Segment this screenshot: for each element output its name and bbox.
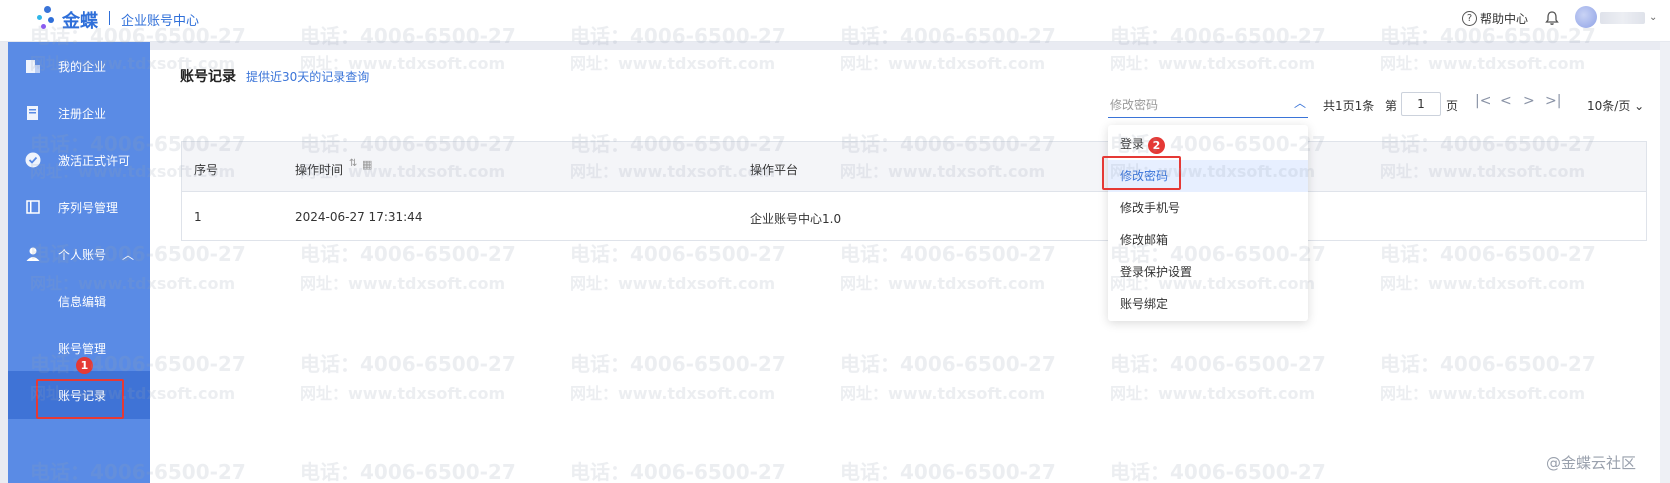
sidebar-item-personal-account[interactable]: 个人账号 ︿ [8, 230, 150, 278]
chevron-down-icon: ⌄ [1634, 99, 1645, 113]
dropdown-option-change-email[interactable]: 修改邮箱 [1108, 224, 1308, 256]
help-center-link[interactable]: ? 帮助中心 [1462, 10, 1528, 27]
building-icon [26, 60, 40, 73]
kingdee-logo-icon [36, 6, 58, 30]
sidebar-item-label: 个人账号 [58, 247, 107, 262]
user-icon [26, 247, 40, 261]
top-header: 金蝶 企业账号中心 ? 帮助中心 ⌄ [0, 0, 1670, 42]
sidebar-item-label: 账号管理 [58, 341, 107, 356]
sort-icon[interactable]: ⇅ [349, 158, 357, 169]
watermark-site: 网址：www.tdxsoft.com [840, 384, 1046, 403]
username-blurred[interactable] [1600, 12, 1645, 24]
highlight-box-account-records [36, 379, 124, 419]
calendar-filter-icon[interactable]: ▦ [362, 158, 372, 171]
watermark-site: 网址：www.tdxsoft.com [570, 54, 776, 73]
brand-subtitle: 企业账号中心 [121, 14, 200, 29]
watermark-phone: 电话：4006-6500-27 [300, 352, 516, 376]
watermark-site: 网址：www.tdxsoft.com [1380, 54, 1586, 73]
page-title: 账号记录 [180, 69, 236, 85]
operation-type-dropdown: 登录 修改密码 修改手机号 修改邮箱 登录保护设置 账号绑定 2 [1102, 125, 1308, 321]
watermark-phone: 电话：4006-6500-27 [1380, 352, 1596, 376]
pager-total: 共1页1条 [1323, 99, 1375, 113]
help-icon: ? [1462, 11, 1477, 26]
dropdown-option-account-binding[interactable]: 账号绑定 [1108, 288, 1308, 320]
watermark-phone: 电话：4006-6500-27 [570, 352, 786, 376]
cell-platform: 企业账号中心1.0 [750, 212, 842, 226]
check-circle-icon [25, 152, 41, 168]
bell-icon[interactable] [1544, 10, 1560, 26]
sidebar-item-register-enterprise[interactable]: 注册企业 [8, 89, 150, 137]
sidebar-item-info-edit[interactable]: 信息编辑 [8, 277, 150, 325]
sidebar-item-label: 激活正式许可 [58, 153, 131, 168]
watermark-site: 网址：www.tdxsoft.com [300, 384, 506, 403]
highlight-box-change-password [1102, 156, 1181, 190]
sidebar-item-label: 序列号管理 [58, 200, 119, 215]
operation-type-select[interactable]: 修改密码 ︿ [1108, 90, 1308, 118]
sidebar-item-activate-license[interactable]: 激活正式许可 [8, 136, 150, 184]
next-page-icon[interactable]: > [1523, 93, 1535, 109]
sidebar-item-label: 信息编辑 [58, 294, 107, 309]
watermark-site: 网址：www.tdxsoft.com [570, 384, 776, 403]
sidebar-item-serial-management[interactable]: 序列号管理 [8, 183, 150, 231]
pager-page-suffix: 页 [1446, 99, 1459, 113]
column-header-time: 操作时间 [295, 163, 344, 177]
prev-page-icon[interactable]: < [1500, 93, 1512, 109]
first-page-icon[interactable]: |< [1475, 93, 1491, 109]
page-background-right [1660, 42, 1670, 483]
table-header: 序号 操作时间 ⇅ ▦ 操作平台 [182, 142, 1646, 192]
chevron-up-icon: ︿ [1293, 96, 1306, 110]
avatar[interactable] [1575, 6, 1597, 28]
page-hint: 提供近30天的记录查询 [246, 70, 370, 84]
watermark-phone: 电话：4006-6500-27 [300, 460, 516, 483]
help-center-label: 帮助中心 [1480, 12, 1529, 26]
watermark-phone: 电话：4006-6500-27 [840, 242, 1056, 266]
pager-page-prefix: 第 [1385, 99, 1398, 113]
column-header-platform: 操作平台 [750, 163, 799, 177]
watermark-phone: 电话：4006-6500-27 [570, 242, 786, 266]
community-credit: @金蝶云社区 [1546, 454, 1637, 472]
dropdown-option-change-phone[interactable]: 修改手机号 [1108, 192, 1308, 224]
dropdown-option-login-protection[interactable]: 登录保护设置 [1108, 256, 1308, 288]
brand-name: 金蝶 [62, 11, 98, 32]
watermark-phone: 电话：4006-6500-27 [300, 242, 516, 266]
watermark-site: 网址：www.tdxsoft.com [570, 274, 776, 293]
watermark-phone: 电话：4006-6500-27 [570, 460, 786, 483]
document-icon [27, 106, 38, 120]
chevron-up-icon: ︿ [122, 247, 135, 262]
watermark-phone: 电话：4006-6500-27 [840, 460, 1056, 483]
cell-time: 2024-06-27 17:31:44 [295, 210, 423, 224]
chevron-down-icon[interactable]: ⌄ [1649, 12, 1657, 23]
step-badge-1: 1 [76, 357, 93, 374]
book-icon [26, 200, 40, 214]
sidebar-item-label: 我的企业 [58, 59, 107, 74]
records-table: 序号 操作时间 ⇅ ▦ 操作平台 1 2024-06-27 17:31:44 企… [181, 141, 1647, 241]
watermark-site: 网址：www.tdxsoft.com [1110, 54, 1316, 73]
sidebar-item-label: 注册企业 [58, 106, 107, 121]
step-badge-2: 2 [1148, 137, 1165, 154]
watermark-phone: 电话：4006-6500-27 [1380, 242, 1596, 266]
brand-divider [109, 11, 110, 25]
page-size-label: 10条/页 [1587, 99, 1631, 113]
sidebar: 我的企业 注册企业 激活正式许可 序列号管理 个人账号 ︿ 信息编辑 账号管理 … [8, 42, 150, 483]
watermark-phone: 电话：4006-6500-27 [840, 352, 1056, 376]
page-size-select[interactable]: 10条/页 ⌄ [1587, 97, 1644, 114]
watermark-site: 网址：www.tdxsoft.com [1110, 384, 1316, 403]
watermark-site: 网址：www.tdxsoft.com [300, 274, 506, 293]
page-number-input[interactable] [1401, 92, 1441, 116]
watermark-site: 网址：www.tdxsoft.com [840, 54, 1046, 73]
column-header-index: 序号 [194, 163, 219, 177]
cell-index: 1 [194, 210, 202, 224]
watermark-site: 网址：www.tdxsoft.com [840, 274, 1046, 293]
watermark-phone: 电话：4006-6500-27 [1110, 460, 1326, 483]
page-background-top [150, 42, 1670, 50]
page-background-left [0, 42, 8, 483]
watermark-site: 网址：www.tdxsoft.com [1380, 274, 1586, 293]
sidebar-item-my-enterprise[interactable]: 我的企业 [8, 42, 150, 90]
select-value: 修改密码 [1110, 98, 1159, 112]
last-page-icon[interactable]: >| [1545, 93, 1561, 109]
watermark-site: 网址：www.tdxsoft.com [1380, 384, 1586, 403]
watermark-phone: 电话：4006-6500-27 [1110, 352, 1326, 376]
